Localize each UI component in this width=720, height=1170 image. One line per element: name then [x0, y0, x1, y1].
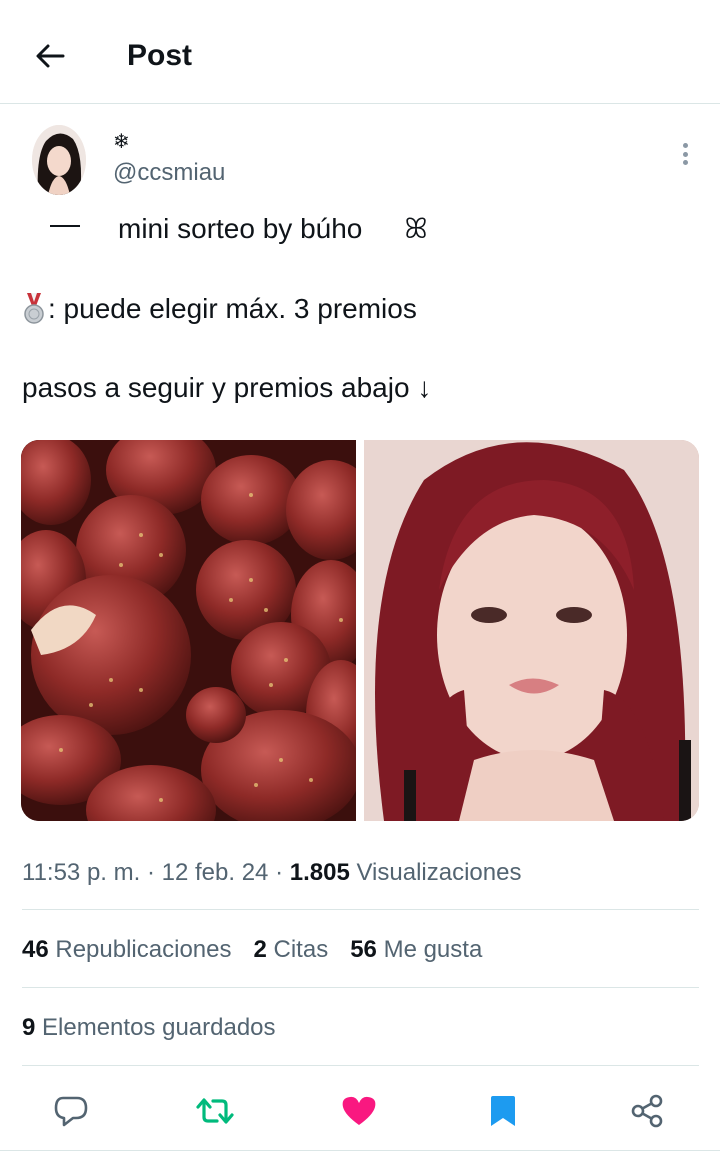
- post-date[interactable]: 12 feb. 24: [162, 859, 269, 886]
- likes-count: 56: [350, 936, 377, 963]
- likes-label: Me gusta: [383, 936, 483, 963]
- engagement-stats: 46 Republicaciones 2 Citas 56 Me gusta: [22, 935, 482, 965]
- bookmarks-count: 9: [22, 1014, 36, 1041]
- post-text-line: : puede elegir máx. 3 premios: [22, 292, 702, 326]
- like-icon: [342, 1096, 376, 1125]
- red-hair-portrait-photo[interactable]: [364, 440, 699, 821]
- dot-icon: [682, 143, 688, 148]
- reposts-stat[interactable]: 46 Republicaciones: [22, 935, 231, 965]
- divider: [0, 1150, 720, 1151]
- post-title-text: mini sorteo by búho: [118, 213, 363, 244]
- post-text-line: mini sorteo by búho ꕤ: [22, 212, 702, 246]
- share-icon: [631, 1094, 663, 1128]
- like-button[interactable]: [339, 1091, 379, 1131]
- divider: [22, 909, 699, 910]
- reply-icon: [54, 1096, 88, 1127]
- media-grid: [21, 440, 699, 821]
- reply-button[interactable]: [51, 1091, 91, 1131]
- top-bar: Post: [0, 0, 720, 104]
- back-button[interactable]: [30, 38, 70, 74]
- dash-glyph: [50, 224, 80, 227]
- separator: ·: [275, 859, 284, 886]
- more-options-button[interactable]: [670, 140, 700, 168]
- bookmarks-label: Elementos guardados: [42, 1014, 276, 1041]
- bookmark-button[interactable]: [483, 1091, 523, 1131]
- post-meta: 11:53 p. m. · 12 feb. 24 · 1.805 Visuali…: [22, 858, 521, 888]
- strawberries-photo[interactable]: [21, 440, 356, 821]
- post-text-prizes: : puede elegir máx. 3 premios: [48, 293, 417, 324]
- page-title: Post: [127, 39, 193, 72]
- post-text-line: pasos a seguir y premios abajo ↓: [22, 372, 432, 403]
- reposts-label: Republicaciones: [55, 936, 232, 963]
- display-name[interactable]: ❄: [113, 130, 130, 154]
- post-time[interactable]: 11:53 p. m.: [22, 859, 140, 886]
- divider: [22, 1065, 699, 1066]
- quotes-stat[interactable]: 2 Citas: [253, 935, 328, 965]
- avatar[interactable]: [32, 125, 86, 195]
- repost-button[interactable]: [195, 1091, 235, 1131]
- arrow-left-icon: [36, 44, 65, 68]
- bookmarks-stat[interactable]: 9 Elementos guardados: [22, 1013, 276, 1043]
- bow-glyph: ꕤ: [404, 213, 428, 244]
- views-label: Visualizaciones: [356, 859, 522, 886]
- dot-icon: [682, 151, 688, 157]
- repost-icon: [196, 1098, 234, 1124]
- bookmark-icon: [491, 1096, 515, 1126]
- quotes-label: Citas: [273, 936, 329, 963]
- views-count: 1.805: [289, 859, 350, 886]
- reposts-count: 46: [22, 936, 49, 963]
- likes-stat[interactable]: 56 Me gusta: [350, 935, 482, 965]
- medal-icon: [24, 292, 44, 324]
- quotes-count: 2: [253, 936, 267, 963]
- share-button[interactable]: [627, 1091, 667, 1131]
- divider: [22, 987, 699, 988]
- separator: ·: [146, 859, 155, 886]
- dot-icon: [682, 160, 688, 165]
- action-bar: [0, 1085, 720, 1135]
- user-handle[interactable]: @ccsmiau: [113, 159, 225, 187]
